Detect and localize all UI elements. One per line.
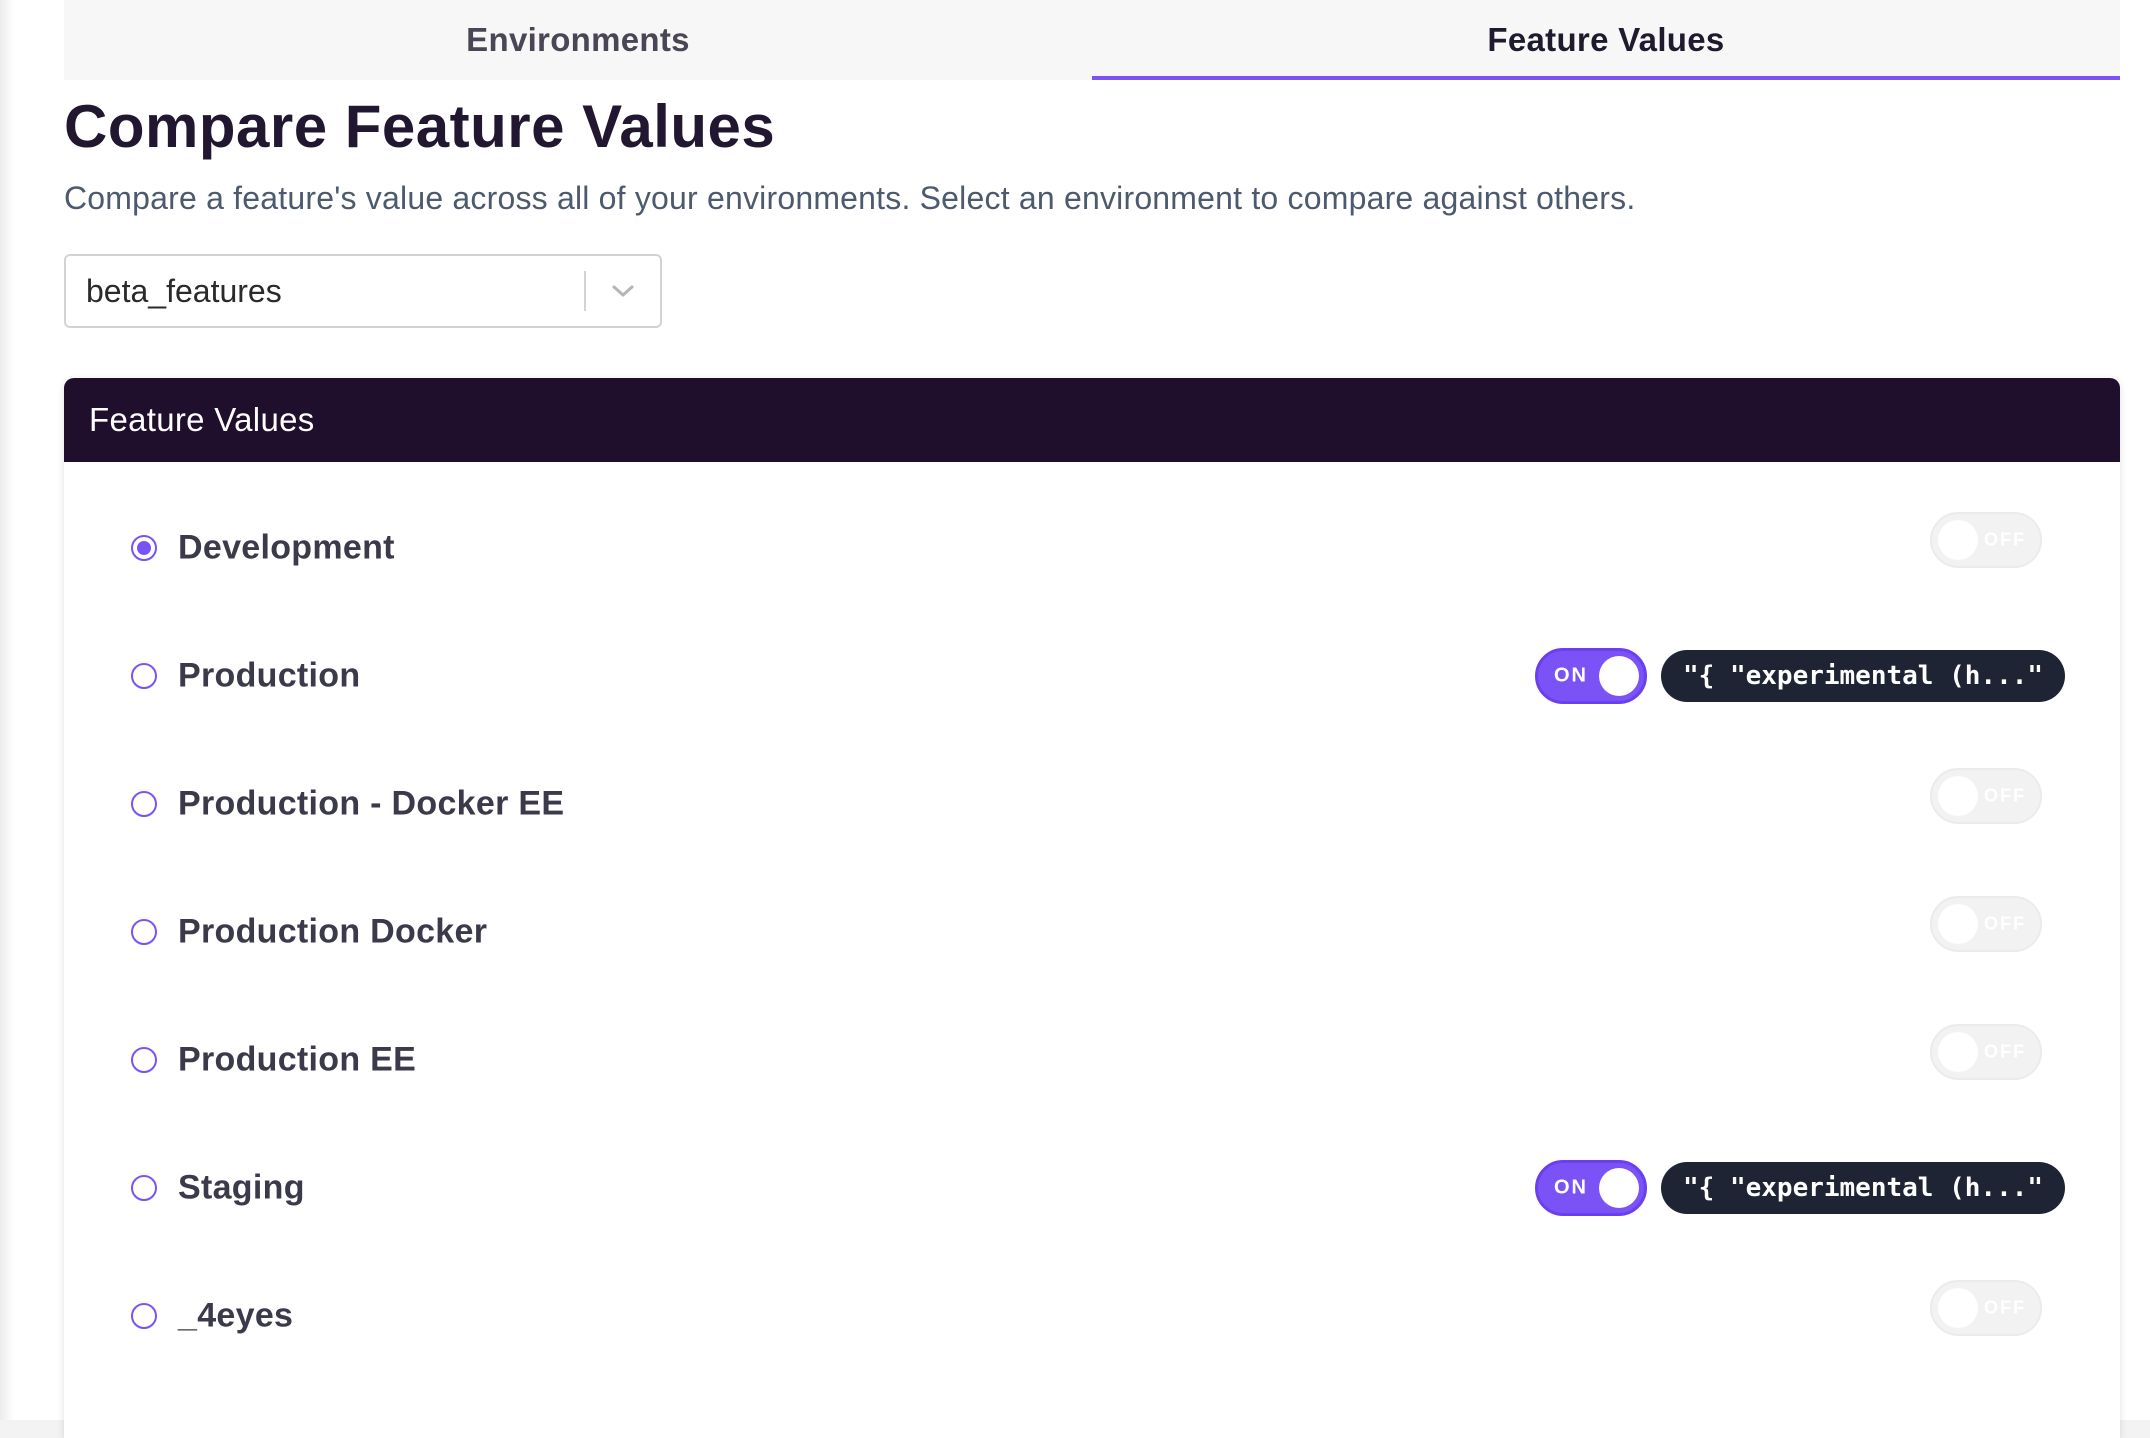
toggle-knob (1938, 1032, 1978, 1072)
environment-radio[interactable] (131, 1047, 157, 1073)
tab-environments[interactable]: Environments (64, 0, 1092, 80)
environment-radio[interactable] (131, 919, 157, 945)
toggle-knob (1938, 904, 1978, 944)
environment-name: Production - Docker EE (178, 784, 565, 823)
page-subtitle: Compare a feature's value across all of … (64, 180, 1636, 216)
environment-row[interactable]: Production EE OFF (64, 996, 2120, 1124)
toggle-label: OFF (1984, 1041, 2026, 1062)
environment-radio[interactable] (131, 1303, 157, 1329)
toggle-knob (1599, 1168, 1639, 1208)
toggle-label: ON (1554, 664, 1588, 687)
panel-header: Feature Values (64, 378, 2120, 462)
environment-name: Staging (178, 1168, 305, 1207)
chevron-down-icon[interactable] (586, 255, 660, 327)
environment-name: Production Docker (178, 912, 488, 951)
feature-values-panel: Feature Values Development OFF Production O… (64, 378, 2120, 1438)
environment-row[interactable]: Staging ON "{ "experimental (h..." (64, 1124, 2120, 1252)
page: Environments Feature Values Compare Feat… (0, 0, 2150, 1438)
environment-row[interactable]: Development OFF (64, 484, 2120, 612)
environment-name: Production (178, 656, 361, 695)
page-title: Compare Feature Values (64, 93, 776, 160)
toggle-label: OFF (1984, 913, 2026, 934)
toggle-knob (1938, 776, 1978, 816)
environment-row[interactable]: Production ON "{ "experimental (h..." (64, 612, 2120, 740)
environment-radio[interactable] (131, 535, 157, 561)
feature-toggle[interactable]: OFF (1930, 1280, 2042, 1336)
toggle-knob (1599, 656, 1639, 696)
toggle-label: OFF (1984, 529, 2026, 550)
environment-row[interactable]: Production Docker OFF (64, 868, 2120, 996)
toggle-label: OFF (1984, 1297, 2026, 1318)
environment-radio[interactable] (131, 1175, 157, 1201)
feature-toggle[interactable]: OFF (1930, 1024, 2042, 1080)
environment-radio[interactable] (131, 791, 157, 817)
feature-toggle[interactable]: OFF (1930, 768, 2042, 824)
feature-value-pill[interactable]: "{ "experimental (h..." (1661, 1162, 2066, 1214)
feature-value-pill[interactable]: "{ "experimental (h..." (1661, 650, 2066, 702)
feature-toggle[interactable]: ON (1535, 648, 1647, 704)
environment-name: Production EE (178, 1040, 417, 1079)
environment-radio[interactable] (131, 663, 157, 689)
feature-toggle[interactable]: ON (1535, 1160, 1647, 1216)
feature-toggle[interactable]: OFF (1930, 512, 2042, 568)
left-edge-shadow (0, 0, 14, 1420)
feature-select-value: beta_features (86, 272, 282, 309)
tab-feature-values[interactable]: Feature Values (1092, 0, 2120, 80)
feature-select[interactable]: beta_features (64, 254, 662, 328)
environment-row[interactable]: _4eyes OFF (64, 1252, 2120, 1380)
tab-bar: Environments Feature Values (64, 0, 2120, 80)
panel-title: Feature Values (89, 401, 315, 438)
environment-row[interactable]: Production - Docker EE OFF (64, 740, 2120, 868)
environment-name: _4eyes (178, 1296, 294, 1335)
toggle-label: OFF (1984, 785, 2026, 806)
toggle-knob (1938, 520, 1978, 560)
toggle-label: ON (1554, 1176, 1588, 1199)
toggle-knob (1938, 1288, 1978, 1328)
environment-name: Development (178, 528, 395, 567)
feature-toggle[interactable]: OFF (1930, 896, 2042, 952)
